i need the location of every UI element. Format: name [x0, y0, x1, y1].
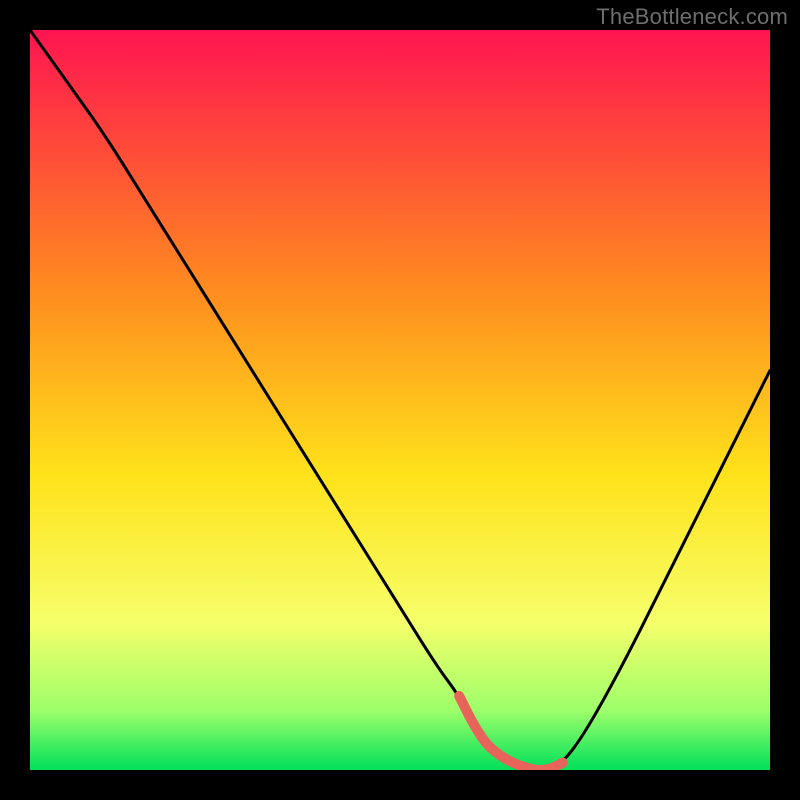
chart-frame: TheBottleneck.com: [0, 0, 800, 800]
background-rect: [30, 30, 770, 770]
chart-svg: [30, 30, 770, 770]
watermark-text: TheBottleneck.com: [596, 4, 788, 30]
plot-area: [30, 30, 770, 770]
